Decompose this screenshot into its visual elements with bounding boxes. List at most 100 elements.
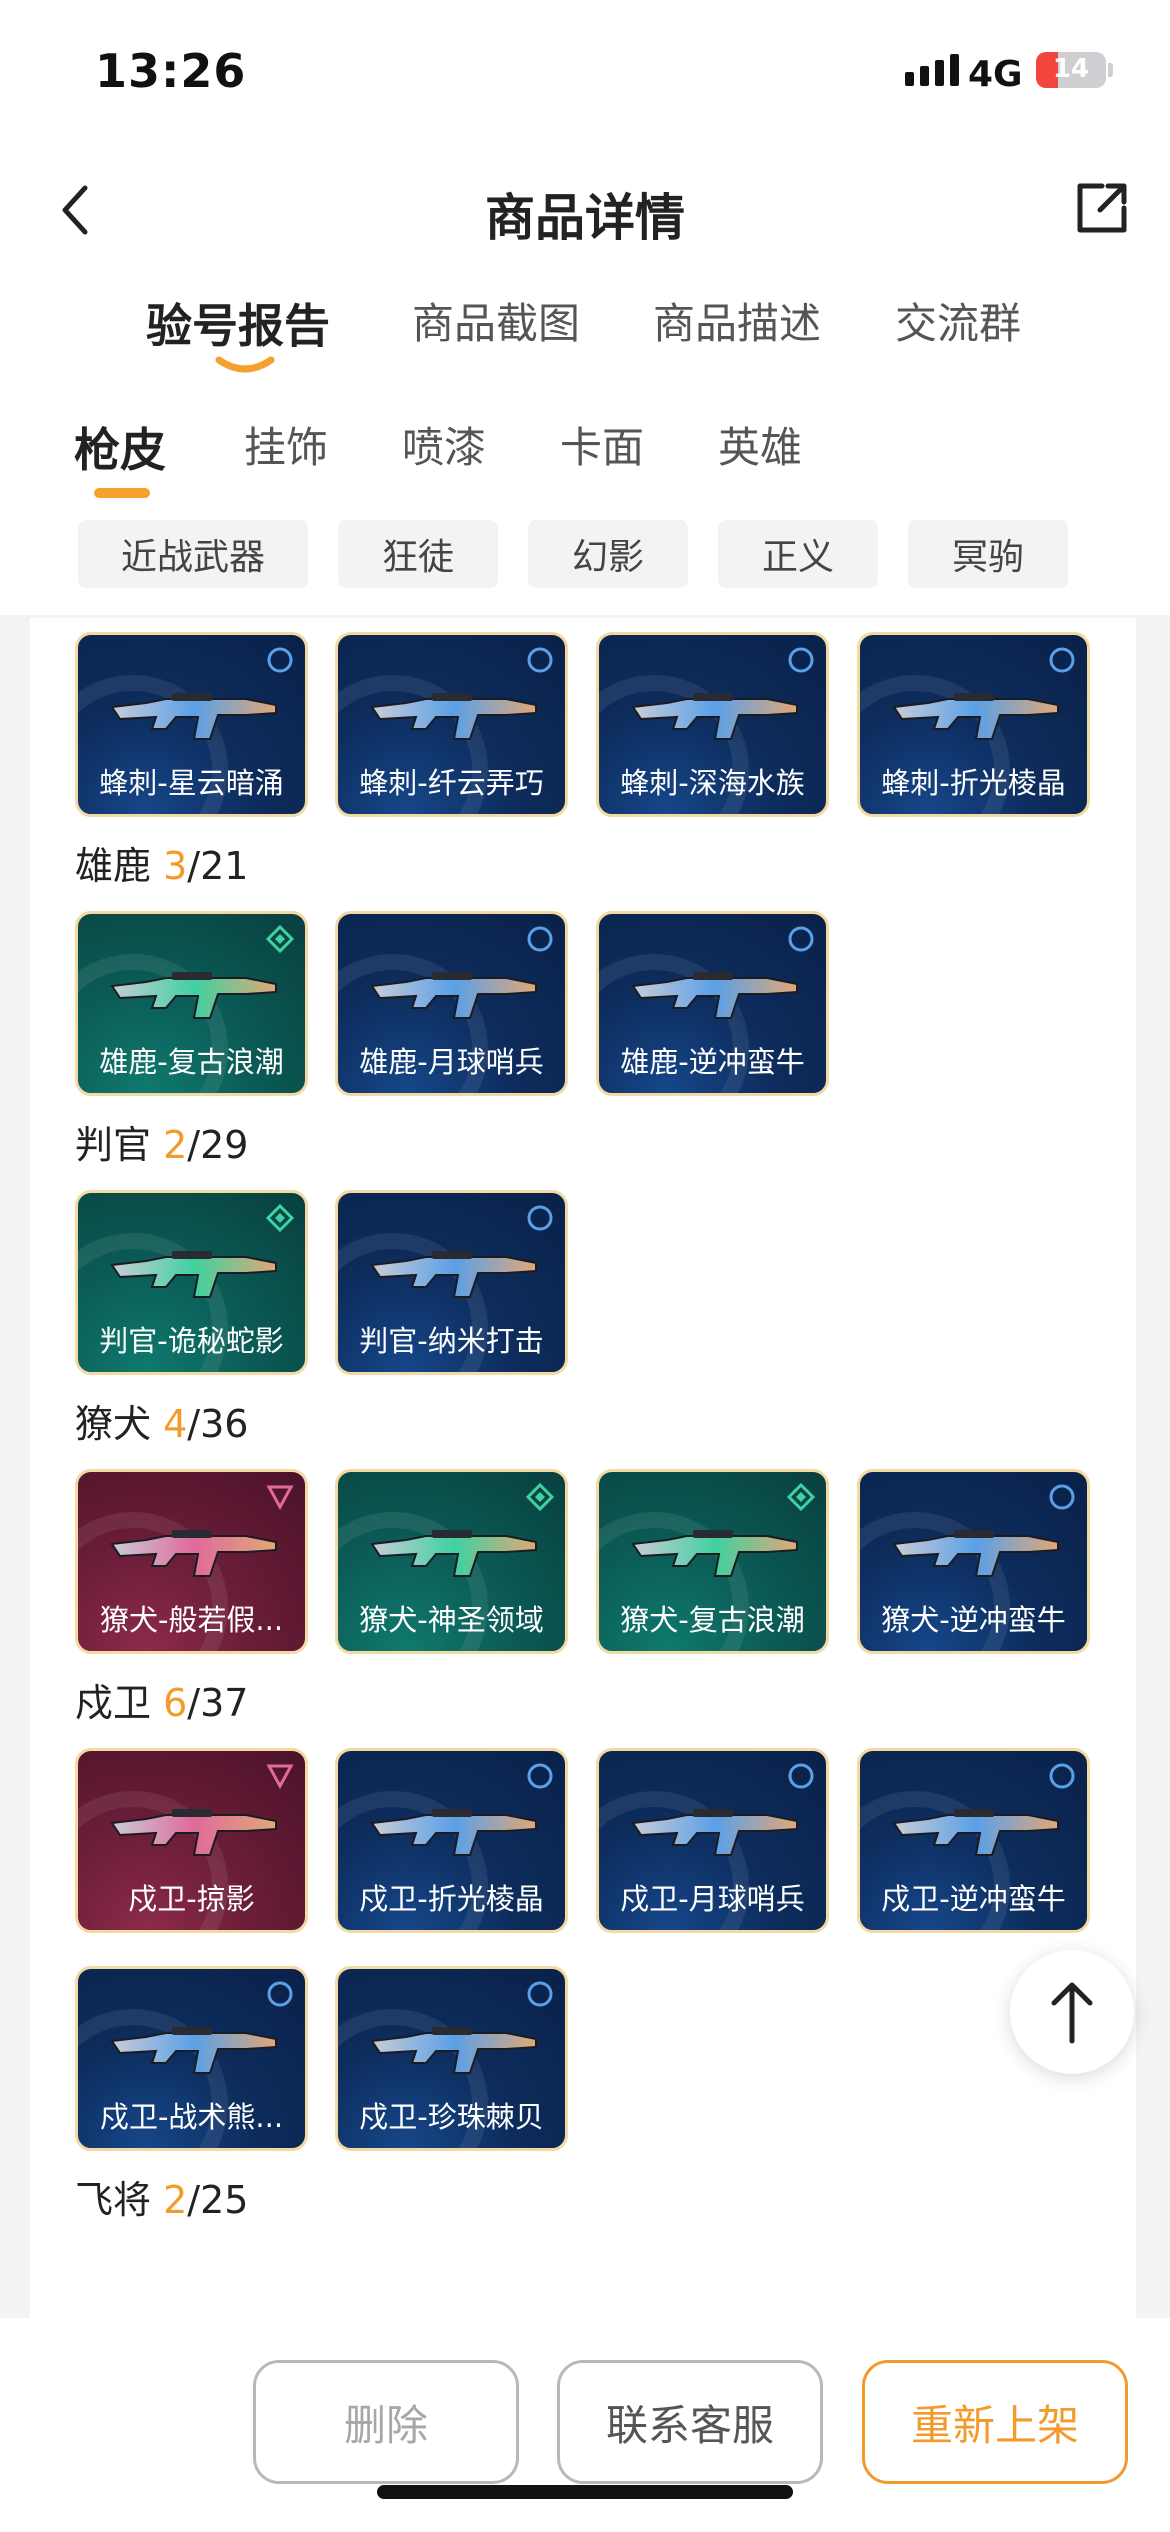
tier-circle-icon — [527, 1763, 553, 1789]
total-count: /37 — [187, 1681, 249, 1725]
tier-diamond-icon — [265, 924, 295, 954]
skin-list[interactable]: 蜂刺-星云暗涌 蜂刺-纤云弄巧 蜂刺-深海水族 蜂刺-折光棱晶雄鹿 3/21 雄鹿-复古… — [30, 618, 1136, 2318]
tab-group-chat[interactable]: 交流群 — [895, 290, 1021, 351]
skin-card[interactable]: 蜂刺-深海水族 — [596, 632, 829, 817]
group-weapon-name: 雄鹿 — [75, 844, 152, 888]
group-title: 飞将 2/25 — [75, 2169, 248, 2224]
owned-count: 2 — [163, 1123, 188, 1167]
skin-card[interactable]: 蜂刺-折光棱晶 — [857, 632, 1090, 817]
tier-circle-icon — [788, 926, 814, 952]
skin-card[interactable]: 判官-纳米打击 — [335, 1190, 568, 1375]
tier-circle-icon — [267, 647, 293, 673]
skin-card[interactable]: 雄鹿-月球哨兵 — [335, 911, 568, 1096]
skin-name: 蜂刺-星云暗涌 — [99, 766, 284, 800]
skin-name: 獠犬-神圣领域 — [359, 1603, 544, 1637]
tier-circle-icon — [788, 647, 814, 673]
skin-name: 戍卫-掠影 — [128, 1882, 255, 1916]
group-weapon-name: 判官 — [75, 1123, 152, 1167]
skin-card[interactable]: 蜂刺-星云暗涌 — [75, 632, 308, 817]
tier-circle-icon — [527, 1205, 553, 1231]
skin-name: 判官-诡秘蛇影 — [99, 1324, 284, 1358]
main-tabs: 验号报告 商品截图 商品描述 交流群 — [0, 270, 1170, 380]
filter-chip-phantom[interactable]: 幻影 — [528, 520, 688, 588]
tab-description[interactable]: 商品描述 — [653, 290, 821, 351]
filter-chip-melee[interactable]: 近战武器 — [78, 520, 308, 588]
tier-triangle-icon — [266, 1764, 294, 1790]
share-icon[interactable] — [1072, 178, 1132, 238]
skin-name: 雄鹿-逆冲蛮牛 — [620, 1045, 805, 1079]
filter-chip-spectre-alt[interactable]: 冥驹 — [908, 520, 1068, 588]
tab-inspection-report[interactable]: 验号报告 — [146, 290, 330, 356]
skin-card[interactable]: 戍卫-珍珠棘贝 — [335, 1966, 568, 2151]
weapon-skin-icon — [370, 1809, 537, 1856]
skin-card[interactable]: 獠犬-复古浪潮 — [596, 1469, 829, 1654]
skin-card[interactable]: 雄鹿-逆冲蛮牛 — [596, 911, 829, 1096]
total-count: /21 — [187, 844, 249, 888]
skin-card[interactable]: 獠犬-般若假... — [75, 1469, 308, 1654]
weapon-skin-icon — [892, 1530, 1059, 1577]
weapon-skin-icon — [631, 972, 798, 1019]
active-tab-indicator — [215, 356, 275, 373]
delete-button[interactable]: 删除 — [253, 2360, 519, 2484]
group-title: 判官 2/29 — [75, 1114, 248, 1169]
group-title: 戍卫 6/37 — [75, 1672, 248, 1727]
tab-heroes[interactable]: 英雄 — [718, 414, 802, 475]
weapon-skin-icon — [110, 693, 277, 740]
tab-screenshots[interactable]: 商品截图 — [412, 290, 580, 351]
skin-card[interactable]: 蜂刺-纤云弄巧 — [335, 632, 568, 817]
skin-name: 判官-纳米打击 — [359, 1324, 544, 1358]
tier-circle-icon — [527, 1981, 553, 2007]
skin-name: 蜂刺-深海水族 — [620, 766, 805, 800]
group-title: 雄鹿 3/21 — [75, 835, 248, 890]
skin-name: 戍卫-折光棱晶 — [359, 1882, 544, 1916]
relist-button[interactable]: 重新上架 — [862, 2360, 1128, 2484]
skin-card[interactable]: 判官-诡秘蛇影 — [75, 1190, 308, 1375]
group-weapon-name: 獠犬 — [75, 1402, 152, 1446]
total-count: /25 — [187, 2178, 249, 2222]
tier-circle-icon — [1049, 1484, 1075, 1510]
tier-circle-icon — [1049, 647, 1075, 673]
tab-cards[interactable]: 卡面 — [560, 414, 644, 475]
skin-card[interactable]: 獠犬-神圣领域 — [335, 1469, 568, 1654]
owned-count: 6 — [163, 1681, 188, 1725]
arrow-up-icon — [1051, 1982, 1093, 2044]
weapon-skin-icon — [110, 972, 277, 1019]
skin-card[interactable]: 戍卫-掠影 — [75, 1748, 308, 1933]
weapon-skin-icon — [370, 972, 537, 1019]
battery-icon: 14 — [1036, 52, 1106, 88]
weapon-skin-icon — [110, 2027, 277, 2074]
category-tabs: 枪皮 挂饰 喷漆 卡面 英雄 — [0, 380, 1170, 515]
weapon-filter-chips: 近战武器 狂徒 幻影 正义 冥驹 — [0, 515, 1170, 615]
skin-card[interactable]: 雄鹿-复古浪潮 — [75, 911, 308, 1096]
contact-support-button[interactable]: 联系客服 — [557, 2360, 823, 2484]
skin-name: 戍卫-月球哨兵 — [620, 1882, 805, 1916]
skin-card[interactable]: 戍卫-逆冲蛮牛 — [857, 1748, 1090, 1933]
owned-count: 4 — [163, 1402, 188, 1446]
tier-diamond-icon — [786, 1482, 816, 1512]
weapon-skin-icon — [370, 2027, 537, 2074]
filter-chip-vandal[interactable]: 狂徒 — [338, 520, 498, 588]
tier-triangle-icon — [266, 1485, 294, 1511]
skin-name: 戍卫-珍珠棘贝 — [359, 2100, 544, 2134]
tab-gun-skins[interactable]: 枪皮 — [74, 414, 166, 480]
skin-card[interactable]: 獠犬-逆冲蛮牛 — [857, 1469, 1090, 1654]
skin-name: 獠犬-般若假... — [99, 1603, 284, 1637]
skin-name: 蜂刺-纤云弄巧 — [359, 766, 544, 800]
status-time: 13:26 — [95, 44, 247, 98]
skin-name: 獠犬-逆冲蛮牛 — [881, 1603, 1066, 1637]
filter-chip-judge-alt[interactable]: 正义 — [718, 520, 878, 588]
skin-card[interactable]: 戍卫-战术熊... — [75, 1966, 308, 2151]
group-weapon-name: 飞将 — [75, 2178, 152, 2222]
skin-name: 獠犬-复古浪潮 — [620, 1603, 805, 1637]
page-title: 商品详情 — [485, 189, 685, 247]
tab-sprays[interactable]: 喷漆 — [402, 414, 486, 475]
tab-charms[interactable]: 挂饰 — [244, 414, 328, 475]
tier-diamond-icon — [525, 1482, 555, 1512]
skin-name: 戍卫-逆冲蛮牛 — [881, 1882, 1066, 1916]
back-to-top-button[interactable] — [1010, 1950, 1134, 2074]
skin-card[interactable]: 戍卫-月球哨兵 — [596, 1748, 829, 1933]
weapon-skin-icon — [631, 1809, 798, 1856]
skin-card[interactable]: 戍卫-折光棱晶 — [335, 1748, 568, 1933]
tier-circle-icon — [527, 647, 553, 673]
skin-name: 蜂刺-折光棱晶 — [881, 766, 1066, 800]
